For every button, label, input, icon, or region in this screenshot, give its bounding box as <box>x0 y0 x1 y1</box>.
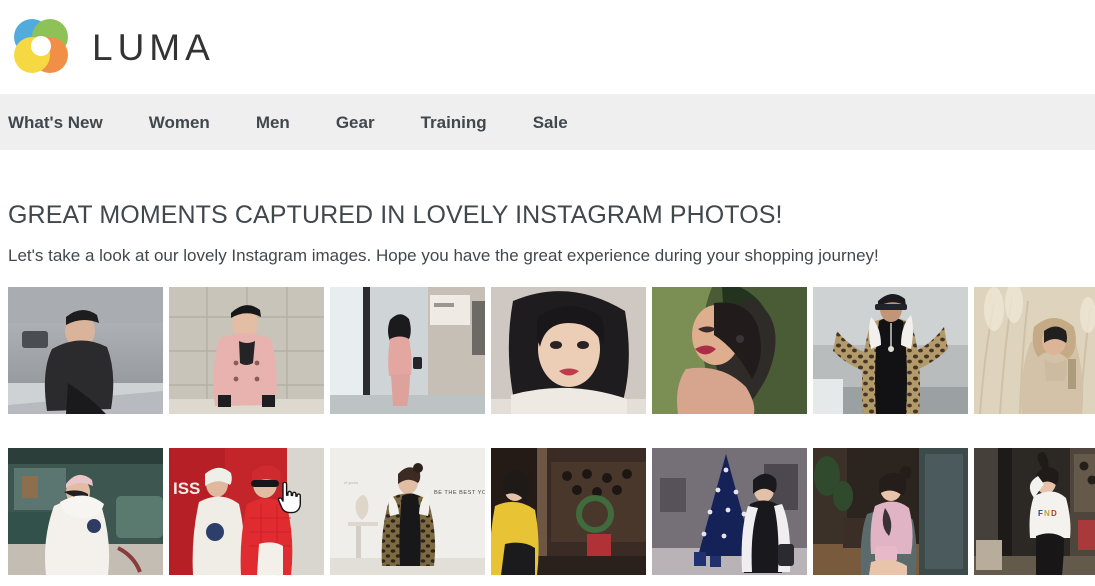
nav-item-men[interactable]: Men <box>256 94 316 150</box>
brand-wordmark: LUMA <box>92 26 215 68</box>
photo-tile[interactable] <box>974 286 1095 414</box>
photo-thumbnail <box>974 286 1095 414</box>
main-navigation: What's New Women Men Gear Training Sale <box>0 94 1095 150</box>
photo-tile[interactable]: BE THE BEST YOU CAN cf yours <box>330 447 485 575</box>
photo-tile[interactable] <box>491 286 646 414</box>
svg-text:BE THE BEST YOU CAN: BE THE BEST YOU CAN <box>434 490 485 496</box>
main-content: GREAT MOMENTS CAPTURED IN LOVELY INSTAGR… <box>0 201 1095 575</box>
photo-tile[interactable] <box>169 286 324 414</box>
photo-tile[interactable]: F N D <box>974 447 1095 575</box>
photo-tile[interactable] <box>813 447 968 575</box>
photo-thumbnail <box>330 286 485 414</box>
nav-list: What's New Women Men Gear Training Sale <box>8 94 594 150</box>
photo-thumbnail <box>652 286 807 414</box>
page-title: GREAT MOMENTS CAPTURED IN LOVELY INSTAGR… <box>8 201 783 229</box>
photo-thumbnail <box>491 286 646 414</box>
photo-thumbnail <box>169 286 324 414</box>
nav-item-whats-new[interactable]: What's New <box>8 94 129 150</box>
photo-tile[interactable]: ISS <box>169 447 324 575</box>
nav-link-sale[interactable]: Sale <box>533 114 568 131</box>
photo-row <box>8 286 1095 414</box>
site-header: LUMA <box>0 0 1095 94</box>
nav-link-training[interactable]: Training <box>421 114 487 131</box>
luma-logo-icon <box>8 17 72 77</box>
nav-link-gear[interactable]: Gear <box>336 114 375 131</box>
photo-thumbnail: F N D <box>974 447 1095 575</box>
nav-item-sale[interactable]: Sale <box>533 94 594 150</box>
photo-tile[interactable] <box>8 286 163 414</box>
svg-text:N: N <box>1044 509 1050 518</box>
logo-link[interactable]: LUMA <box>8 17 215 77</box>
photo-thumbnail <box>813 286 968 414</box>
photo-tile[interactable] <box>8 447 163 575</box>
photo-thumbnail <box>8 447 163 575</box>
svg-text:D: D <box>1051 509 1057 518</box>
photo-thumbnail: BE THE BEST YOU CAN cf yours <box>330 447 485 575</box>
instagram-photo-grid: ISS BE THE BEST YO cf yours F N D <box>8 286 1095 575</box>
nav-item-women[interactable]: Women <box>149 94 236 150</box>
nav-item-training[interactable]: Training <box>421 94 513 150</box>
photo-tile[interactable] <box>330 286 485 414</box>
nav-link-women[interactable]: Women <box>149 114 210 131</box>
page-subtitle: Let's take a look at our lovely Instagra… <box>8 245 879 265</box>
photo-thumbnail <box>491 447 646 575</box>
photo-thumbnail <box>652 447 807 575</box>
photo-thumbnail <box>8 286 163 414</box>
svg-text:cf yours: cf yours <box>344 480 358 485</box>
nav-link-whats-new[interactable]: What's New <box>8 114 103 131</box>
photo-tile[interactable] <box>652 286 807 414</box>
photo-row: ISS BE THE BEST YO cf yours F N D <box>8 447 1095 575</box>
photo-tile[interactable] <box>491 447 646 575</box>
photo-thumbnail: ISS <box>169 447 324 575</box>
nav-link-men[interactable]: Men <box>256 114 290 131</box>
photo-thumbnail <box>813 447 968 575</box>
photo-tile[interactable] <box>813 286 968 414</box>
nav-item-gear[interactable]: Gear <box>336 94 401 150</box>
photo-tile[interactable] <box>652 447 807 575</box>
svg-text:ISS: ISS <box>173 479 200 498</box>
svg-text:F: F <box>1038 509 1043 518</box>
